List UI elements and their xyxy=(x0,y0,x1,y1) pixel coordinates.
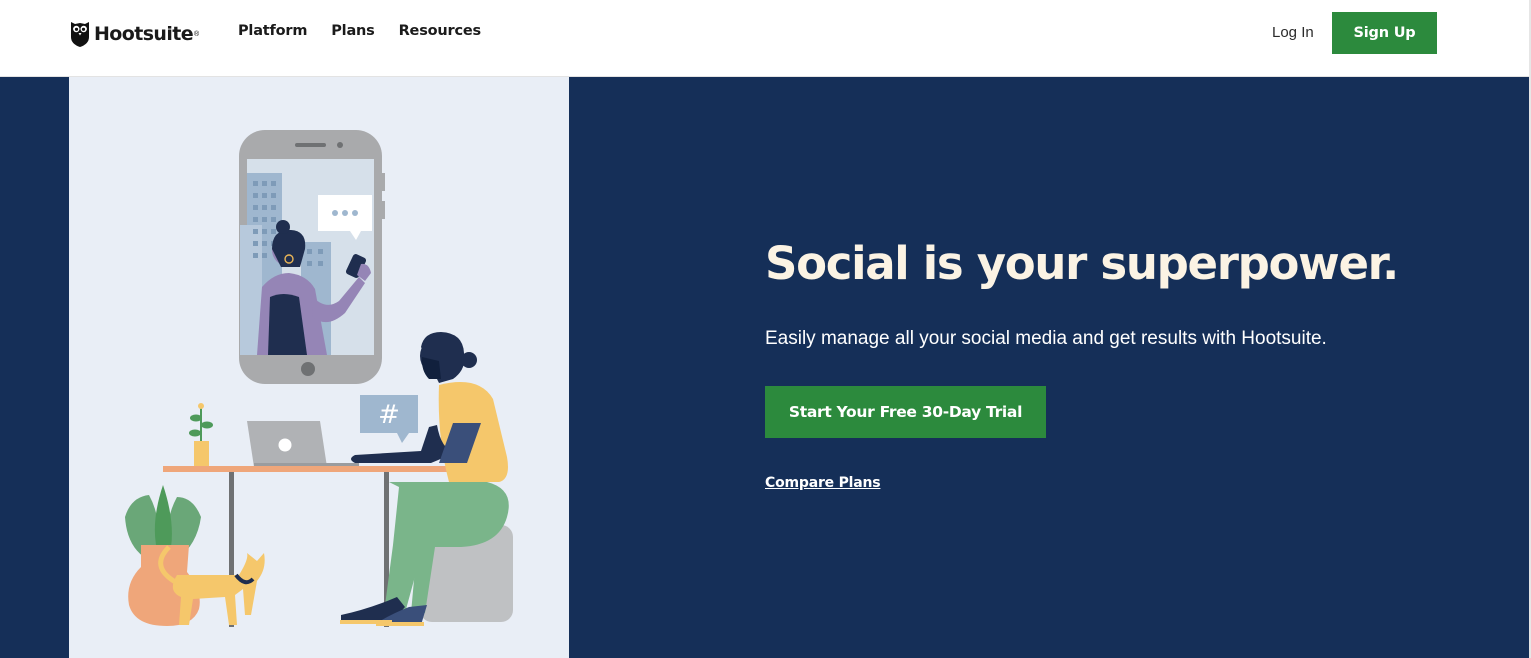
signup-button[interactable]: Sign Up xyxy=(1332,12,1437,54)
nav-resources[interactable]: Resources xyxy=(399,23,482,39)
main-nav: Platform Plans Resources xyxy=(238,23,505,39)
hashtag-symbol: # xyxy=(378,400,400,430)
hashtag-bubble-icon: # xyxy=(360,395,418,443)
hero-illustration: # xyxy=(69,77,569,658)
phone-graphic xyxy=(239,130,385,384)
hero-headline: Social is your superpower. xyxy=(765,237,1399,290)
registered-mark: ® xyxy=(194,30,200,38)
nav-platform[interactable]: Platform xyxy=(238,23,307,39)
login-link[interactable]: Log In xyxy=(1272,24,1314,41)
hero-section: # Social is your superpower. Easily mana… xyxy=(0,77,1531,658)
nav-plans[interactable]: Plans xyxy=(331,23,375,39)
site-header: Hootsuite ® Platform Plans Resources Log … xyxy=(0,0,1531,77)
brand-name: Hootsuite xyxy=(94,23,194,45)
hero-subline: Easily manage all your social media and … xyxy=(765,328,1327,349)
hootsuite-logo[interactable]: Hootsuite ® xyxy=(70,19,199,49)
compare-plans-link[interactable]: Compare Plans xyxy=(765,475,881,491)
workspace-illustration: # xyxy=(125,130,513,627)
start-trial-button[interactable]: Start Your Free 30-Day Trial xyxy=(765,386,1046,438)
owl-logo-icon xyxy=(71,22,89,47)
